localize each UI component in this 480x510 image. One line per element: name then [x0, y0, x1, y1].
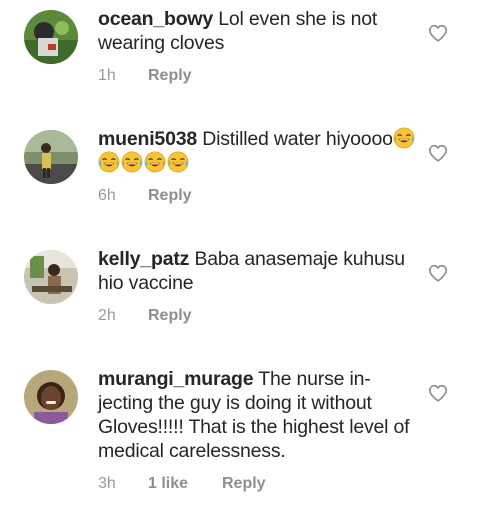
heart-outline-icon[interactable] — [428, 24, 448, 42]
comment-username[interactable]: mueni5038 — [98, 128, 197, 150]
comment-text: ocean_bowy Lol even she is not wearing c… — [98, 7, 416, 55]
comment-item: kelly_patz Baba anasemaje kuhusu hio vac… — [0, 240, 480, 360]
comment-text: kelly_patz Baba anasemaje kuhusu hio vac… — [98, 247, 416, 295]
comment-time: 1h — [98, 67, 116, 84]
comment-time: 6h — [98, 187, 116, 204]
heart-outline-icon[interactable] — [428, 144, 448, 162]
heart-outline-icon[interactable] — [428, 384, 448, 402]
reply-button[interactable]: Reply — [148, 187, 192, 205]
comment-text: murangi_murage The nurse in-jecting the … — [98, 367, 418, 463]
reply-button[interactable]: Reply — [222, 475, 266, 493]
avatar[interactable] — [24, 10, 78, 64]
comment-body: Distilled water hiyoooo — [202, 128, 393, 150]
comment-item: murangi_murage The nurse in-jecting the … — [0, 360, 480, 510]
comment-meta: 2h Reply — [98, 307, 192, 325]
comment-meta: 3h 1 like Reply — [98, 475, 266, 493]
comment-meta: 1h Reply — [98, 67, 192, 85]
comment-item: mueni5038 Distilled water hiyoooo 6h Repl… — [0, 120, 480, 240]
avatar[interactable] — [24, 130, 78, 184]
avatar[interactable] — [24, 250, 78, 304]
comment-text: mueni5038 Distilled water hiyoooo — [98, 127, 416, 175]
comment-username[interactable]: ocean_bowy — [98, 8, 213, 30]
face-with-tears-of-joy-emoji-icon — [121, 151, 143, 173]
face-with-tears-of-joy-emoji-icon — [144, 151, 166, 173]
comment-username[interactable]: kelly_patz — [98, 248, 189, 270]
heart-outline-icon[interactable] — [428, 264, 448, 282]
face-with-tears-of-joy-emoji-icon — [98, 151, 120, 173]
reply-button[interactable]: Reply — [148, 67, 192, 85]
comment-time: 3h — [98, 475, 116, 492]
comment-item: ocean_bowy Lol even she is not wearing c… — [0, 0, 480, 120]
face-with-tears-of-joy-emoji-icon — [167, 151, 189, 173]
comment-username[interactable]: murangi_murage — [98, 368, 254, 390]
likes-count[interactable]: 1 like — [148, 475, 222, 493]
comment-time: 2h — [98, 307, 116, 324]
avatar[interactable] — [24, 370, 78, 424]
reply-button[interactable]: Reply — [148, 307, 192, 325]
face-with-tears-of-joy-emoji-icon — [393, 127, 415, 149]
comment-meta: 6h Reply — [98, 187, 192, 205]
